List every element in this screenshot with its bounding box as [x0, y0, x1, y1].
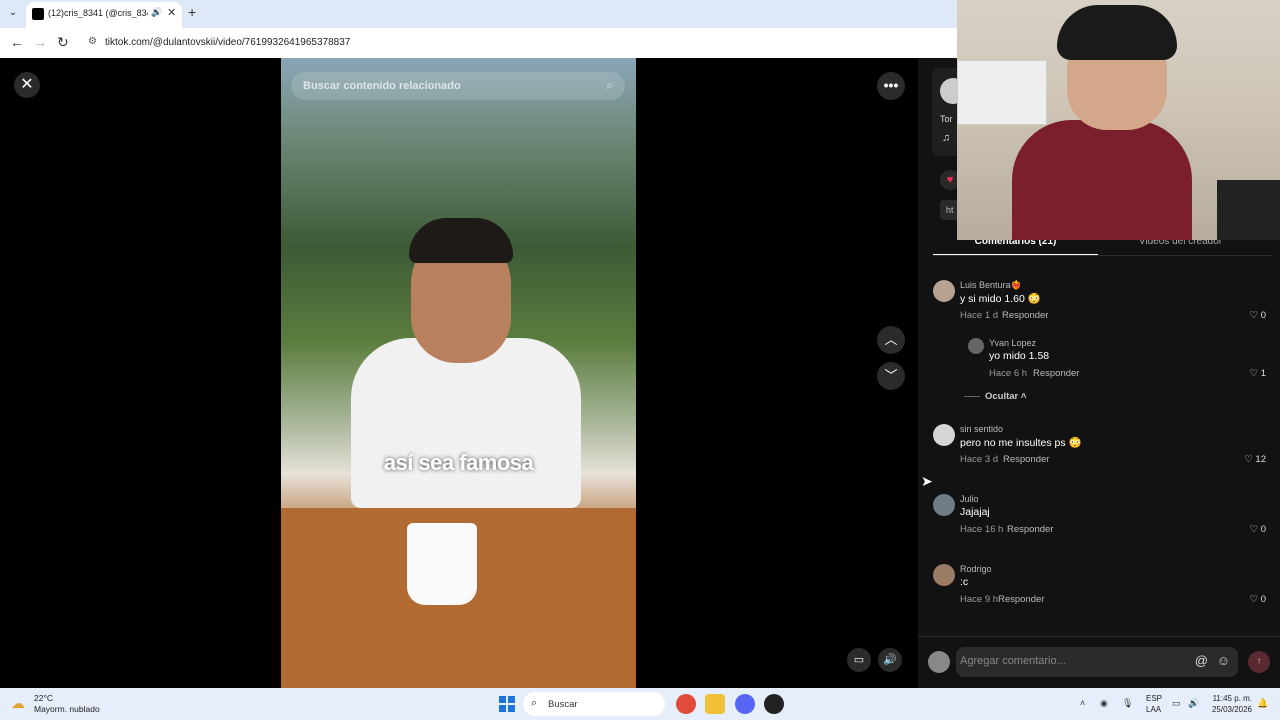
forward-arrow-icon[interactable]: →: [33, 34, 47, 50]
speaker-icon[interactable]: 🔊: [1188, 698, 1199, 709]
search-placeholder: Buscar contenido relacionado: [303, 80, 461, 92]
video-caption: así sea famosa: [383, 450, 534, 475]
reply-button[interactable]: Responder: [998, 594, 1044, 605]
emoji-icon[interactable]: ☺: [1217, 653, 1230, 668]
tab-search-icon[interactable]: ⌄: [4, 4, 22, 22]
comment-time: Hace 9 h: [960, 594, 999, 605]
music-note-icon[interactable]: ♫: [942, 132, 950, 144]
site-info-icon[interactable]: ⚙: [88, 36, 97, 47]
comment-username[interactable]: Julio: [960, 494, 979, 504]
tiktok-favicon-icon: [32, 8, 44, 20]
comment-text: Jajajaj: [960, 506, 990, 518]
comment-text: yo mido 1.58: [989, 350, 1050, 362]
comment-text: pero no me insultes ps 😳: [960, 437, 1082, 449]
send-arrow-icon[interactable]: ↑: [1248, 651, 1270, 673]
video-player[interactable]: Buscar contenido relacionado ⌕ así sea f…: [281, 58, 636, 688]
reply-button[interactable]: Responder: [1007, 524, 1053, 535]
hide-replies-button[interactable]: Ocultar ˄: [985, 391, 1026, 402]
comment-text: :c: [960, 576, 969, 588]
comment-time: Hace 1 d: [960, 310, 999, 321]
windows-start-icon[interactable]: [499, 696, 515, 712]
reply-button[interactable]: Responder: [1003, 454, 1049, 465]
volume-button[interactable]: 🔊: [878, 648, 902, 672]
taskbar-search-label: Buscar: [548, 699, 578, 710]
taskbar-search[interactable]: ⌕ Buscar: [523, 692, 665, 716]
file-explorer-icon[interactable]: [705, 694, 725, 714]
weather-temperature[interactable]: 22°C: [34, 693, 53, 703]
comment-like[interactable]: ♡ 1: [1250, 368, 1266, 379]
reply-button[interactable]: Responder: [1033, 368, 1079, 379]
new-tab-icon[interactable]: +: [188, 4, 196, 20]
author-name[interactable]: Tor: [940, 114, 953, 124]
previous-video-button[interactable]: ︿: [877, 326, 905, 354]
comment-username[interactable]: Yvan Lopez: [989, 338, 1036, 348]
chrome-icon[interactable]: [676, 694, 696, 714]
avatar[interactable]: [933, 280, 955, 302]
avatar[interactable]: [933, 494, 955, 516]
microphone-icon[interactable]: 🎙: [1122, 698, 1133, 709]
comment-time: Hace 16 h: [960, 524, 1004, 535]
close-tab-icon[interactable]: ✕: [167, 6, 176, 19]
comment-like[interactable]: ♡ 12: [1244, 454, 1266, 465]
avatar[interactable]: [933, 424, 955, 446]
avatar[interactable]: [933, 564, 955, 586]
comment-like[interactable]: ♡ 0: [1250, 594, 1266, 605]
clock-date[interactable]: 25/03/2026: [1208, 705, 1252, 714]
display-icon[interactable]: ▭: [1172, 698, 1181, 709]
avatar[interactable]: [968, 338, 984, 354]
related-search-input[interactable]: Buscar contenido relacionado ⌕: [291, 72, 625, 100]
mouse-cursor-icon: ➤: [921, 473, 933, 489]
weather-description[interactable]: Mayorm. nublado: [34, 704, 100, 714]
more-options-button[interactable]: •••: [877, 72, 905, 100]
avatar[interactable]: [928, 651, 950, 673]
back-arrow-icon[interactable]: ←: [10, 34, 24, 50]
comment-username[interactable]: sin sentido: [960, 424, 1003, 434]
comment-input[interactable]: Agregar comentario... @ ☺: [956, 647, 1238, 677]
reply-button[interactable]: Responder: [1002, 310, 1048, 321]
next-video-button[interactable]: ﹀: [877, 362, 905, 390]
chevron-up-icon[interactable]: ˄: [1080, 698, 1085, 708]
notification-icon[interactable]: 🔔: [1257, 698, 1268, 709]
add-comment-bar: Agregar comentario... @ ☺ ↑: [918, 636, 1280, 688]
comment-time: Hace 3 d: [960, 454, 999, 465]
webcam-overlay: [957, 0, 1280, 240]
comment-placeholder: Agregar comentario...: [960, 655, 1066, 667]
audio-playing-icon[interactable]: 🔊: [151, 7, 162, 18]
discord-icon[interactable]: [735, 694, 755, 714]
comment-username[interactable]: Rodrigo: [960, 564, 992, 574]
cloudy-weather-icon[interactable]: ☁: [11, 695, 25, 712]
clock-time[interactable]: 11:45 p. m.: [1210, 694, 1252, 703]
address-bar[interactable]: ⚙ tiktok.com/@dulantovskii/video/7619932…: [80, 32, 960, 54]
floating-player-button[interactable]: ▭: [847, 648, 871, 672]
search-icon[interactable]: ⌕: [606, 78, 613, 93]
comment-like[interactable]: ♡ 0: [1250, 524, 1266, 535]
tab-tiktok[interactable]: (12)cris_8341 (@cris_8341) | 🔊 ✕: [26, 2, 182, 28]
app-icon[interactable]: [764, 694, 784, 714]
reload-icon[interactable]: ↻: [57, 34, 69, 51]
tab-title: (12)cris_8341 (@cris_8341) |: [48, 8, 148, 18]
comment-username[interactable]: Luis Bentura❤️‍🔥: [960, 280, 1022, 291]
close-video-button[interactable]: ✕: [14, 72, 40, 98]
comment-time: Hace 6 h: [989, 368, 1028, 379]
video-scene: [351, 338, 581, 508]
address-text: tiktok.com/@dulantovskii/video/761993264…: [105, 37, 351, 48]
comment-like[interactable]: ♡ 0: [1250, 310, 1266, 321]
network-icon[interactable]: ◉: [1100, 698, 1108, 709]
language-layout[interactable]: LAA: [1146, 705, 1161, 714]
mention-icon[interactable]: @: [1195, 653, 1208, 668]
windows-taskbar: ☁ 22°C Mayorm. nublado ⌕ Buscar ˄ ◉ 🎙 ES…: [0, 688, 1280, 720]
comment-text: y si mido 1.60 😳: [960, 293, 1041, 305]
search-icon: ⌕: [531, 697, 538, 709]
language-code[interactable]: ESP: [1146, 694, 1162, 703]
